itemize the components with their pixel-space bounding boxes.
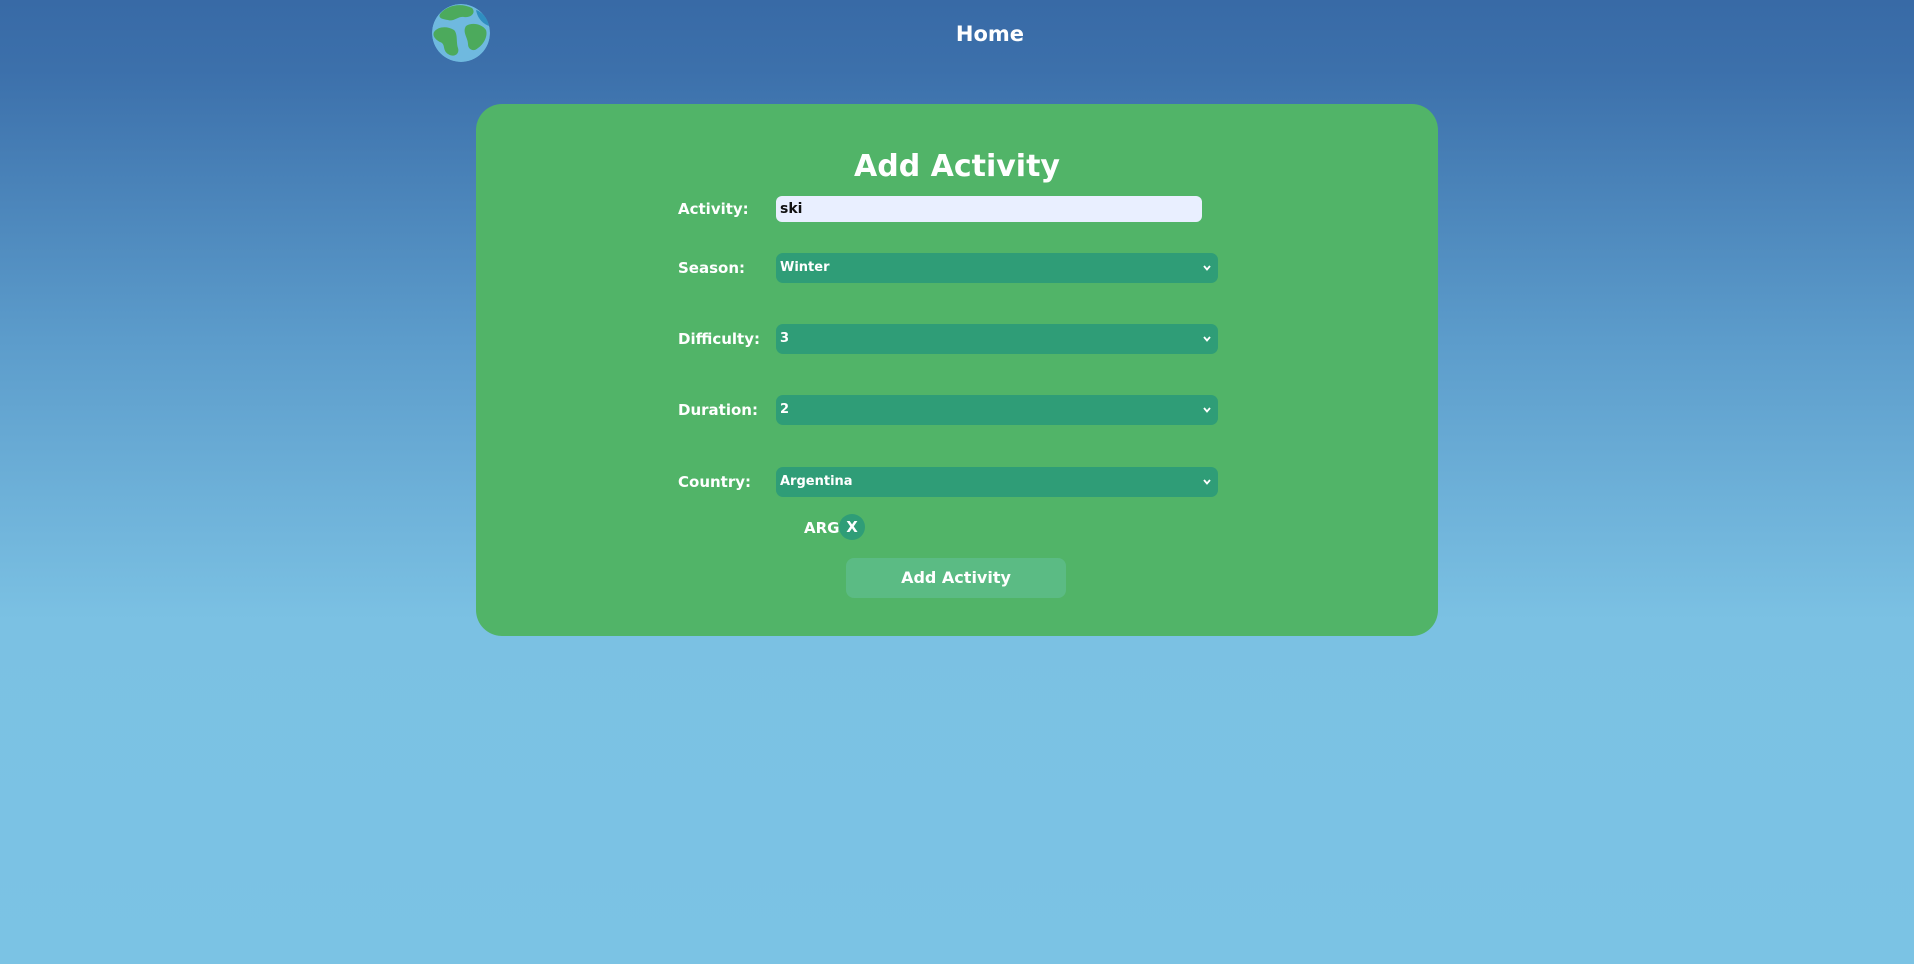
- duration-label: Duration:: [678, 401, 758, 419]
- chevron-down-icon: [1203, 265, 1211, 271]
- season-label: Season:: [678, 259, 746, 277]
- chevron-down-icon: [1203, 336, 1211, 342]
- chevron-down-icon: [1203, 407, 1211, 413]
- country-value: Argentina: [780, 474, 853, 489]
- activity-input[interactable]: [776, 196, 1202, 222]
- globe-logo[interactable]: [432, 4, 490, 62]
- season-value: Winter: [780, 260, 830, 275]
- globe-icon: [432, 4, 490, 62]
- country-select[interactable]: Argentina: [776, 467, 1218, 497]
- home-link[interactable]: Home: [940, 18, 1040, 50]
- add-activity-card: Add Activity Activity: Season: Winter Di…: [476, 104, 1438, 636]
- difficulty-select[interactable]: 3: [776, 324, 1218, 354]
- duration-value: 2: [780, 402, 790, 417]
- add-activity-button[interactable]: Add Activity: [846, 558, 1066, 598]
- chevron-down-icon: [1203, 479, 1211, 485]
- form-title: Add Activity: [854, 149, 1060, 184]
- difficulty-value: 3: [780, 331, 790, 346]
- selected-country-code: ARG: [804, 519, 840, 537]
- difficulty-label: Difficulty:: [678, 330, 760, 348]
- season-select[interactable]: Winter: [776, 253, 1218, 283]
- country-label: Country:: [678, 473, 752, 491]
- remove-country-button[interactable]: X: [839, 514, 865, 540]
- duration-select[interactable]: 2: [776, 395, 1218, 425]
- activity-label: Activity:: [678, 200, 749, 218]
